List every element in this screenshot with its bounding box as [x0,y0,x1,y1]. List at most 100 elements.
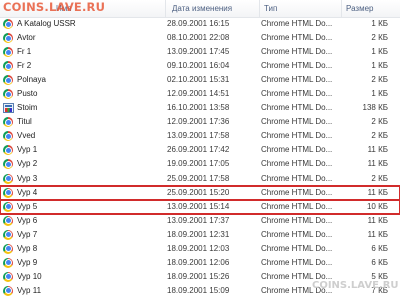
file-row[interactable]: Stoim 16.10.2001 13:58 Chrome HTML Do... 13… [0,101,400,115]
file-type: Chrome HTML Do... [261,243,333,253]
file-name: Polnaya [17,75,46,85]
file-size: 6 КБ [371,243,388,253]
column-header-type[interactable]: Тип [264,0,277,17]
file-row[interactable]: Fr 1 13.09.2001 17:45 Chrome HTML Do... 1 К… [0,45,400,59]
file-size: 11 КБ [367,229,388,239]
file-name: Vyp 10 [17,271,42,281]
file-name: Vyp 7 [17,229,38,239]
chrome-icon [3,229,13,240]
file-date: 16.10.2001 13:58 [167,103,230,113]
file-type: Chrome HTML Do... [261,201,333,211]
file-list: A Katalog USSR 28.09.2001 16:15 Chrome HTM… [0,17,400,298]
file-size: 2 КБ [371,131,388,141]
file-name: Vved [17,131,36,141]
file-row[interactable]: Vyp 4 25.09.2001 15:20 Chrome HTML Do... 11… [0,184,400,201]
file-name: Vyp 6 [17,215,38,225]
file-row[interactable]: Avtor 08.10.2001 22:08 Chrome HTML Do... 2 … [0,31,400,45]
file-size: 11 КБ [367,215,388,225]
file-type: Chrome HTML Do... [261,215,333,225]
chrome-icon [3,75,13,86]
file-row[interactable]: Pusto 12.09.2001 14:51 Chrome HTML Do... 1 … [0,87,400,101]
file-date: 28.09.2001 16:15 [167,19,230,28]
file-date: 13.09.2001 17:58 [167,131,230,141]
file-row[interactable]: Vved 13.09.2001 17:58 Chrome HTML Do... 2 К… [0,129,400,143]
file-row[interactable]: Vyp 8 18.09.2001 12:03 Chrome HTML Do... 6 … [0,242,400,256]
file-type: Chrome HTML Do... [261,47,333,57]
file-size: 2 КБ [371,117,388,127]
file-size: 2 КБ [371,75,388,85]
site-watermark: COINS.LAVE.RU [3,0,106,14]
chrome-icon [3,117,13,128]
file-name: Vyp 5 [17,201,38,211]
file-size: 138 КБ [362,103,388,113]
file-row[interactable]: Titul 12.09.2001 17:36 Chrome HTML Do... 2 … [0,115,400,129]
chrome-icon [3,131,13,142]
file-name: Pusto [17,89,38,99]
column-header-size[interactable]: Размер [346,0,374,17]
file-type: Chrome HTML Do... [261,159,333,169]
file-name: Vyp 2 [17,159,38,169]
file-size: 11 КБ [367,145,388,155]
file-size: 11 КБ [367,187,388,197]
file-size: 11 КБ [367,159,388,169]
chrome-icon [3,271,13,282]
file-type: Chrome HTML Do... [261,117,333,127]
column-header-date[interactable]: Дата изменения [172,0,232,17]
file-size: 1 КБ [371,47,388,57]
chrome-icon [3,159,13,170]
file-row[interactable]: Vyp 1 26.09.2001 17:42 Chrome HTML Do... 11… [0,143,400,157]
file-date: 18.09.2001 15:26 [167,271,230,281]
chrome-icon [3,187,13,198]
chrome-icon [3,285,13,296]
file-date: 18.09.2001 12:03 [167,243,230,253]
file-row[interactable]: Polnaya 02.10.2001 15:31 Chrome HTML Do...… [0,73,400,87]
file-row[interactable]: Vyp 9 18.09.2001 12:06 Chrome HTML Do... 6 … [0,256,400,270]
column-divider[interactable] [259,0,260,17]
file-date: 09.10.2001 16:04 [167,61,230,71]
file-name: Vyp 11 [17,285,42,295]
file-date: 02.10.2001 15:31 [167,75,230,85]
chrome-icon [3,19,13,29]
file-date: 12.09.2001 17:36 [167,117,230,127]
file-date: 18.09.2001 12:31 [167,229,230,239]
file-type: Chrome HTML Do... [261,61,333,71]
file-name: Titul [17,117,32,127]
file-type: Chrome HTML Do... [261,103,333,113]
column-divider[interactable] [341,0,342,17]
file-name: Vyp 9 [17,257,38,267]
file-type: Chrome HTML Do... [261,131,333,141]
file-size: 1 КБ [371,89,388,99]
file-name: Vyp 4 [17,187,38,197]
file-row[interactable]: Vyp 7 18.09.2001 12:31 Chrome HTML Do... 11… [0,228,400,242]
file-type: Chrome HTML Do... [261,75,333,85]
file-type: Chrome HTML Do... [261,19,333,28]
column-divider[interactable] [165,0,166,17]
file-row[interactable]: Vyp 6 13.09.2001 17:37 Chrome HTML Do... 11… [0,214,400,228]
chrome-icon [3,201,13,212]
file-row[interactable]: Vyp 2 19.09.2001 17:05 Chrome HTML Do... 11… [0,157,400,171]
file-row[interactable]: Vyp 3 25.09.2001 17:58 Chrome HTML Do... 2 … [0,172,400,186]
chrome-icon [3,89,13,100]
file-date: 25.09.2001 15:20 [167,187,230,197]
file-size: 1 КБ [371,19,388,28]
file-type: Chrome HTML Do... [261,33,333,43]
file-name: Avtor [17,33,36,43]
chrome-icon [3,173,13,184]
file-date: 13.09.2001 15:14 [167,201,230,211]
file-name: Stoim [17,103,38,113]
file-size: 10 КБ [366,201,388,211]
file-date: 18.09.2001 12:06 [167,257,230,267]
file-type: Chrome HTML Do... [261,173,333,183]
file-date: 08.10.2001 22:08 [167,33,230,43]
file-size: 2 КБ [371,173,388,183]
file-date: 25.09.2001 17:58 [167,173,230,183]
file-date: 26.09.2001 17:42 [167,145,230,155]
file-date: 19.09.2001 17:05 [167,159,230,169]
file-size: 1 КБ [371,61,388,71]
file-row[interactable]: Fr 2 09.10.2001 16:04 Chrome HTML Do... 1 К… [0,59,400,73]
file-name: A Katalog USSR [17,19,76,28]
file-row[interactable]: A Katalog USSR 28.09.2001 16:15 Chrome HTM… [0,17,400,31]
file-size: 6 КБ [371,257,388,267]
file-row[interactable]: Vyp 5 13.09.2001 15:14 Chrome HTML Do... 10… [0,198,400,215]
site-watermark-bottom: COINS.LAVE.RU [312,280,399,291]
